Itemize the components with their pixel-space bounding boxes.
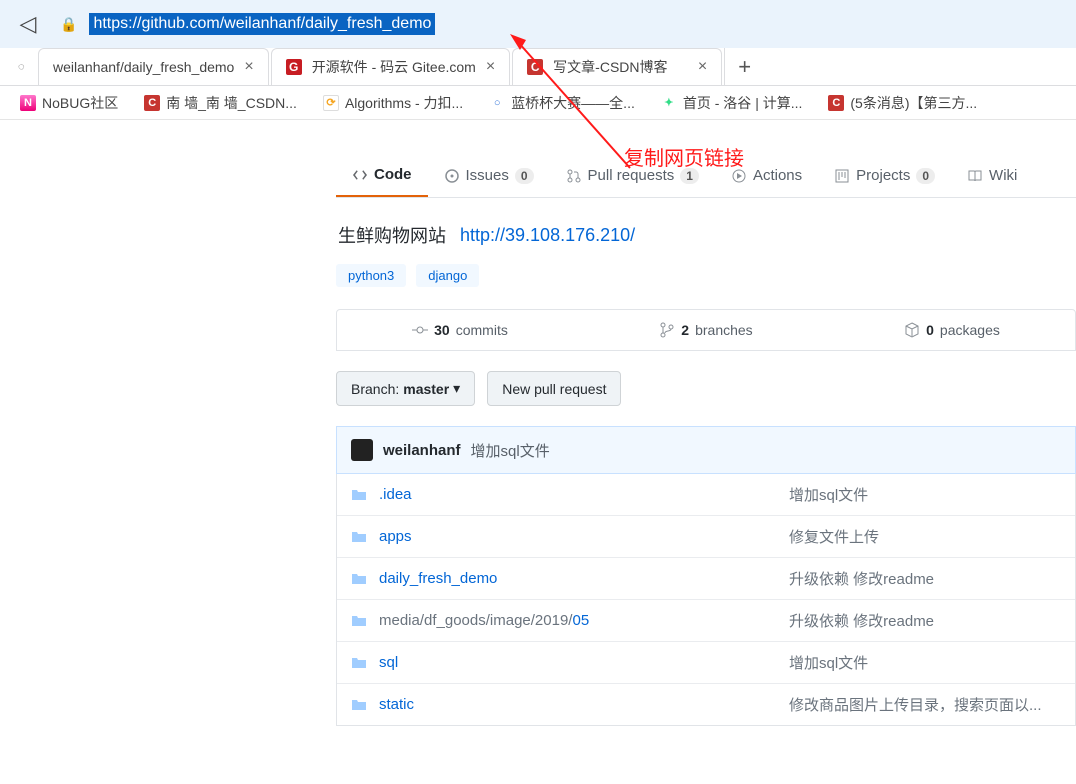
bookmark[interactable]: ⟳Algorithms - 力扣... bbox=[313, 89, 473, 117]
lock-icon: 🔒 bbox=[60, 16, 77, 33]
topic-tag[interactable]: python3 bbox=[336, 264, 406, 287]
folder-icon bbox=[351, 571, 367, 587]
address-bar[interactable]: https://github.com/weilanhanf/daily_fres… bbox=[89, 13, 435, 35]
tab-issues[interactable]: Issues 0 bbox=[428, 154, 550, 197]
new-tab-button[interactable]: + bbox=[724, 48, 764, 85]
browser-tab[interactable]: weilanhanf/daily_fresh_demo × bbox=[38, 48, 269, 85]
tab-title: 开源软件 - 码云 Gitee.com bbox=[312, 57, 476, 77]
chevron-down-icon: ▾ bbox=[453, 380, 460, 397]
avatar bbox=[351, 439, 373, 461]
folder-icon bbox=[351, 613, 367, 629]
file-name-link[interactable]: sql bbox=[379, 654, 789, 671]
branches-stat[interactable]: 2branches bbox=[583, 310, 829, 350]
close-icon[interactable]: × bbox=[244, 58, 253, 76]
browser-tab[interactable]: C 写文章-CSDN博客 × bbox=[512, 48, 722, 85]
branch-select-button[interactable]: Branch: master ▾ bbox=[336, 371, 475, 406]
file-row[interactable]: .idea 增加sql文件 bbox=[337, 474, 1075, 515]
close-icon[interactable]: × bbox=[698, 58, 707, 76]
favicon: C bbox=[527, 59, 543, 75]
tab-strip: ◌ weilanhanf/daily_fresh_demo × G 开源软件 -… bbox=[0, 48, 1076, 86]
tab-code[interactable]: Code bbox=[336, 154, 428, 197]
latest-commit-bar[interactable]: weilanhanf 增加sql文件 bbox=[336, 426, 1076, 474]
pull-request-icon bbox=[566, 168, 582, 184]
folder-icon bbox=[351, 487, 367, 503]
browser-tab[interactable]: G 开源软件 - 码云 Gitee.com × bbox=[271, 48, 510, 85]
file-commit-msg: 修改商品图片上传目录，搜索页面以... bbox=[789, 694, 1061, 715]
folder-icon bbox=[351, 655, 367, 671]
packages-stat[interactable]: 0packages bbox=[829, 310, 1075, 350]
commit-icon bbox=[412, 322, 428, 338]
annotation-label: 复制网页链接 bbox=[624, 142, 744, 171]
commits-stat[interactable]: 30commits bbox=[337, 310, 583, 350]
projects-icon bbox=[834, 168, 850, 184]
bookmark[interactable]: C(5条消息)【第三方... bbox=[818, 89, 987, 117]
folder-icon bbox=[351, 529, 367, 545]
file-name-link[interactable]: media/df_goods/image/2019/05 bbox=[379, 612, 789, 629]
file-row[interactable]: daily_fresh_demo 升级依赖 修改readme bbox=[337, 557, 1075, 599]
tab-projects[interactable]: Projects 0 bbox=[818, 154, 951, 197]
file-commit-msg: 升级依赖 修改readme bbox=[789, 568, 1061, 589]
file-row[interactable]: apps 修复文件上传 bbox=[337, 515, 1075, 557]
close-icon[interactable]: × bbox=[486, 58, 495, 76]
bookmark[interactable]: ○蓝桥杯大赛——全... bbox=[479, 89, 645, 117]
package-icon bbox=[904, 322, 920, 338]
file-commit-msg: 升级依赖 修改readme bbox=[789, 610, 1061, 631]
file-list: .idea 增加sql文件 apps 修复文件上传 daily_fresh_de… bbox=[336, 474, 1076, 726]
file-row[interactable]: media/df_goods/image/2019/05 升级依赖 修改read… bbox=[337, 599, 1075, 641]
count-badge: 0 bbox=[515, 168, 534, 184]
repo-stats-bar: 30commits 2branches 0packages bbox=[336, 309, 1076, 351]
file-name-link[interactable]: apps bbox=[379, 528, 789, 545]
file-commit-msg: 增加sql文件 bbox=[789, 484, 1061, 505]
file-name-link[interactable]: daily_fresh_demo bbox=[379, 570, 789, 587]
book-icon bbox=[967, 168, 983, 184]
tab-title: weilanhanf/daily_fresh_demo bbox=[53, 59, 234, 75]
bookmark[interactable]: C南 墙_南 墙_CSDN... bbox=[134, 89, 307, 117]
tab-title: 写文章-CSDN博客 bbox=[553, 57, 688, 77]
tab-loading-spinner: ◌ bbox=[18, 61, 32, 73]
code-icon bbox=[352, 167, 368, 183]
count-badge: 0 bbox=[916, 168, 935, 184]
commit-message: 增加sql文件 bbox=[471, 440, 550, 461]
back-button[interactable]: ◁ bbox=[18, 14, 38, 34]
new-pull-request-button[interactable]: New pull request bbox=[487, 371, 621, 406]
file-commit-msg: 修复文件上传 bbox=[789, 526, 1061, 547]
actions-icon bbox=[731, 168, 747, 184]
favicon: G bbox=[286, 59, 302, 75]
branch-icon bbox=[659, 322, 675, 338]
bookmark[interactable]: NNoBUG社区 bbox=[10, 89, 128, 117]
tab-wiki[interactable]: Wiki bbox=[951, 154, 1033, 197]
repo-homepage-link[interactable]: http://39.108.176.210/ bbox=[460, 225, 635, 246]
topic-tag[interactable]: django bbox=[416, 264, 479, 287]
commit-author: weilanhanf bbox=[383, 442, 461, 459]
file-name-link[interactable]: static bbox=[379, 696, 789, 713]
file-row[interactable]: sql 增加sql文件 bbox=[337, 641, 1075, 683]
file-name-link[interactable]: .idea bbox=[379, 486, 789, 503]
folder-icon bbox=[351, 697, 367, 713]
bookmark[interactable]: ✦首页 - 洛谷 | 计算... bbox=[651, 89, 813, 117]
issue-icon bbox=[444, 168, 460, 184]
file-commit-msg: 增加sql文件 bbox=[789, 652, 1061, 673]
repo-description: 生鲜购物网站 bbox=[338, 222, 446, 248]
file-row[interactable]: static 修改商品图片上传目录，搜索页面以... bbox=[337, 683, 1075, 725]
bookmarks-bar: NNoBUG社区 C南 墙_南 墙_CSDN... ⟳Algorithms - … bbox=[0, 86, 1076, 120]
